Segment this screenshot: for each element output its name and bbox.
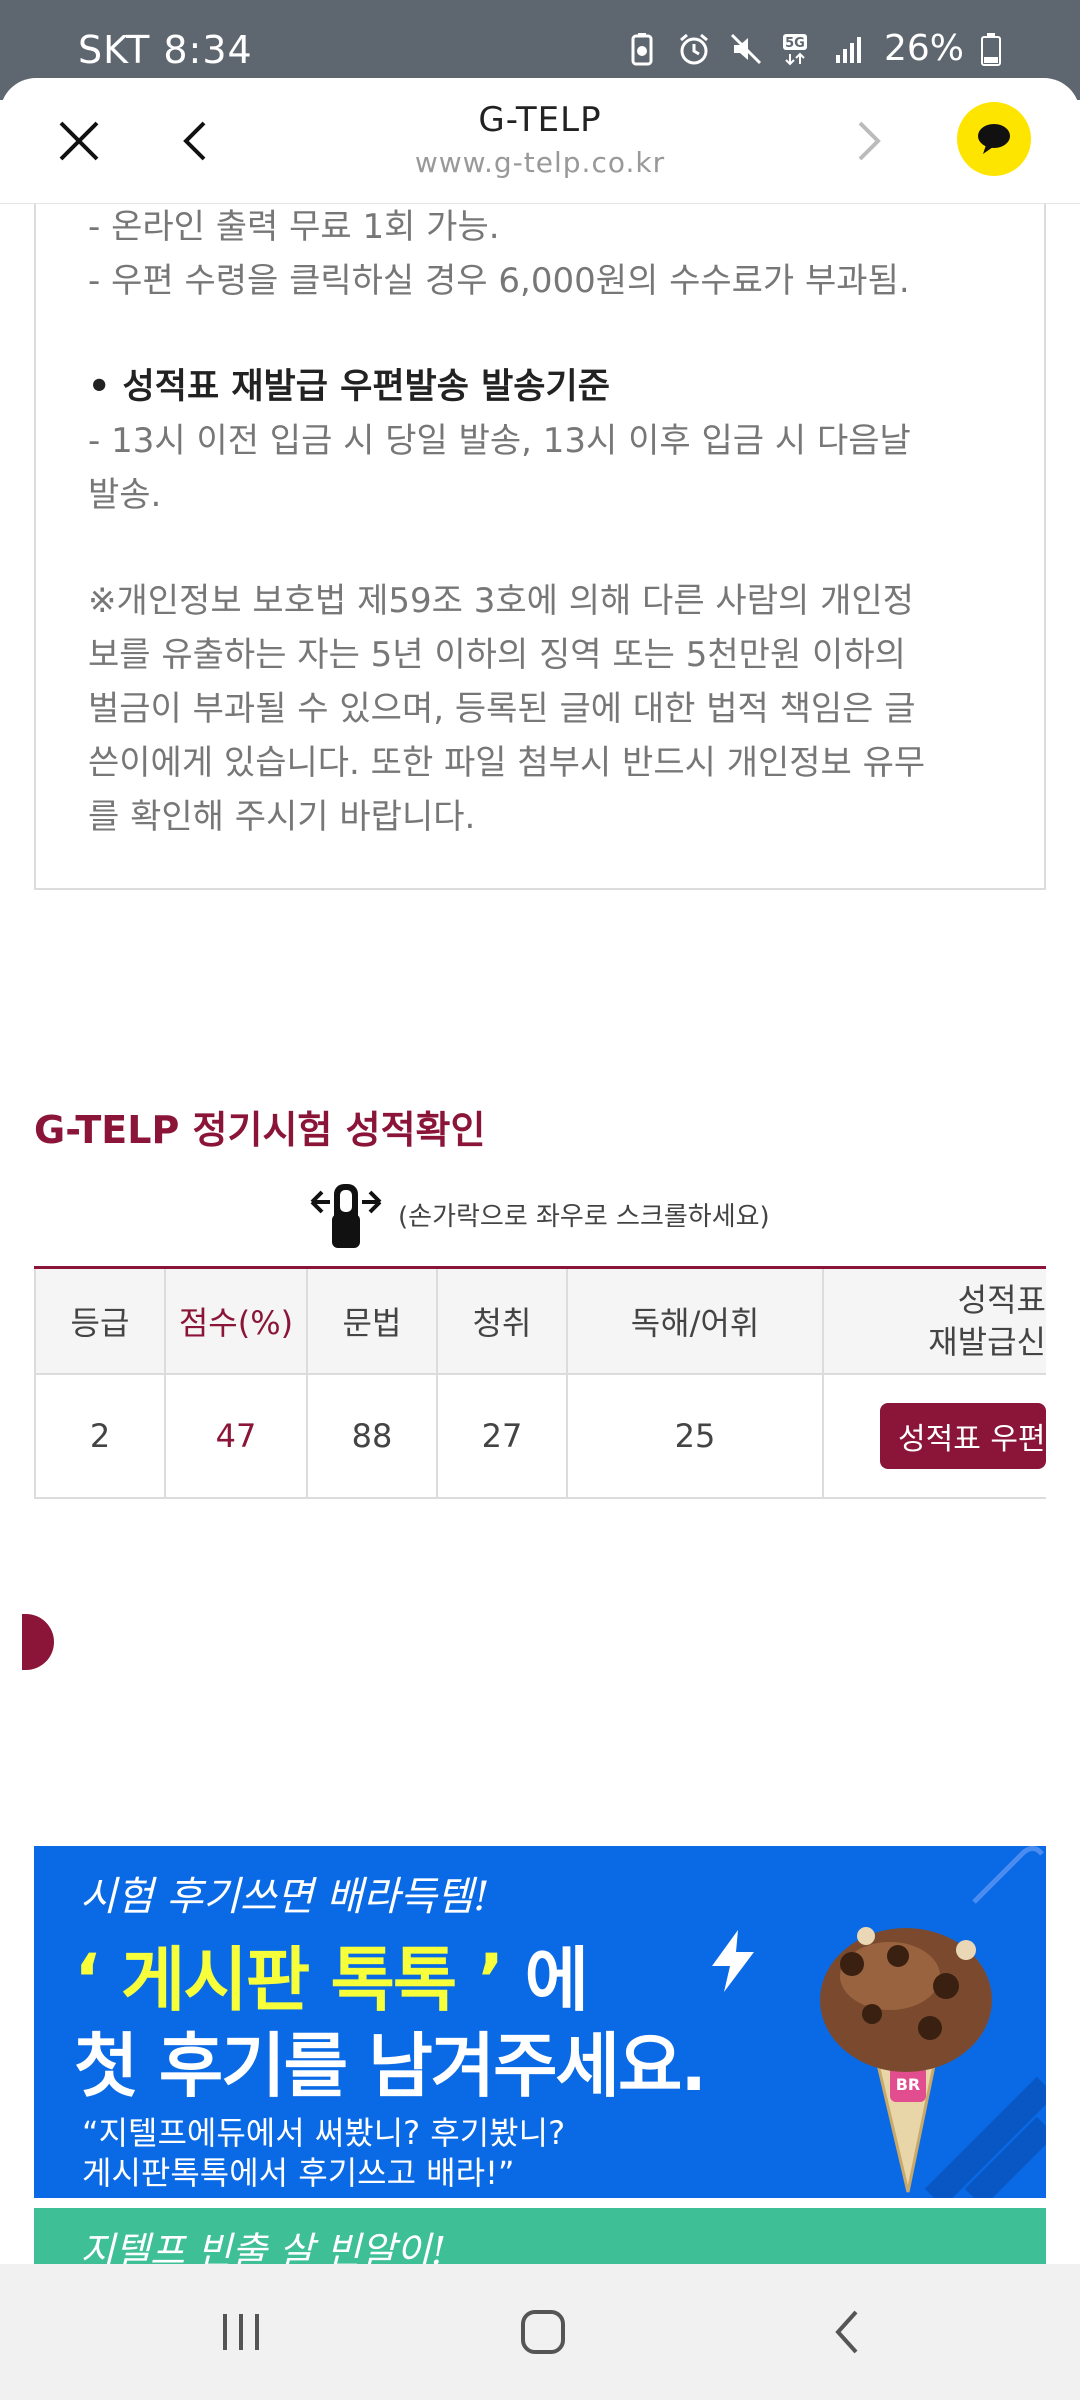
recent-apps-button[interactable] bbox=[206, 2300, 276, 2364]
floating-side-tab[interactable] bbox=[22, 1614, 54, 1670]
banner2-text: 지텔프 빈출 살 빈알이! bbox=[80, 2229, 447, 2264]
score-section-title: G-TELP 정기시험 성적확인 bbox=[34, 1108, 486, 1152]
forward-button[interactable] bbox=[834, 106, 904, 176]
privacy-line: 보를 유출하는 자는 5년 이하의 징역 또는 5천만원 이하의 bbox=[88, 635, 906, 675]
status-icons: 5G 26% bbox=[624, 28, 1002, 69]
system-back-button[interactable] bbox=[812, 2300, 882, 2364]
banner-script-text: 시험 후기쓰면 배라득템! bbox=[80, 1874, 490, 1920]
ice-cream-icon: BR bbox=[820, 1927, 992, 2193]
cell-grammar: 88 bbox=[306, 1375, 436, 1497]
table-row: 2 47 88 27 25 성적표 우편 bbox=[34, 1375, 1046, 1499]
second-banner[interactable]: 지텔프 빈출 살 빈알이! bbox=[34, 2208, 1046, 2264]
mute-icon bbox=[728, 31, 764, 67]
battery-icon bbox=[980, 31, 1002, 67]
review-event-banner[interactable]: 시험 후기쓰면 배라득템! ‘ 게시판 톡톡 ’ 에 첫 후기를 남겨주세요. … bbox=[34, 1846, 1046, 2198]
privacy-line: 쓴이에게 있습니다. 또한 파일 첨부시 반드시 개인정보 유무 bbox=[88, 743, 926, 783]
back-icon bbox=[835, 2310, 858, 2354]
home-button[interactable] bbox=[508, 2300, 578, 2364]
notice-line: - 온라인 출력 무료 1회 가능. bbox=[88, 207, 500, 247]
kakao-talk-icon bbox=[978, 124, 1010, 154]
navigation-bar bbox=[0, 2264, 1080, 2400]
swipe-hand-icon bbox=[310, 1184, 382, 1248]
notice-line: - 우편 수령을 클릭하실 경우 6,000원의 수수료가 부과됨. bbox=[88, 261, 910, 301]
header-reissue: 성적표 재발급신 bbox=[822, 1269, 1046, 1373]
header-score: 점수(%) bbox=[164, 1269, 306, 1373]
notice-box: - 온라인 출력 무료 1회 가능. - 우편 수령을 클릭하실 경우 6,00… bbox=[34, 204, 1046, 890]
recent-apps-icon bbox=[223, 2314, 259, 2350]
forward-arrow-icon bbox=[858, 121, 881, 161]
banner-headline-2: 첫 후기를 남겨주세요. bbox=[74, 2025, 707, 2107]
svg-text:BR: BR bbox=[896, 2075, 921, 2094]
cell-reading-vocab: 25 bbox=[566, 1375, 822, 1497]
notice-line: - 13시 이전 입금 시 당일 발송, 13시 이후 입금 시 다음날 bbox=[88, 421, 911, 461]
carrier-time: SKT 8:34 bbox=[78, 28, 253, 72]
privacy-line: ※개인정보 보호법 제59조 3호에 의해 다른 사람의 개인정 bbox=[88, 581, 914, 621]
notice-line: 발송. bbox=[88, 475, 162, 515]
header-reissue-line1: 성적표 bbox=[957, 1281, 1046, 1319]
cell-listening: 27 bbox=[436, 1375, 566, 1497]
privacy-line: 벌금이 부과될 수 있으며, 등록된 글에 대한 법적 책임은 글 bbox=[88, 689, 916, 729]
battery-percent: 26% bbox=[883, 28, 964, 69]
privacy-line: 를 확인해 주시기 바랍니다. bbox=[88, 797, 476, 837]
score-table[interactable]: 등급 점수(%) 문법 청취 독해/어휘 성적표 재발급신 2 47 88 27… bbox=[34, 1266, 1046, 1500]
signal-icon bbox=[832, 31, 868, 67]
lightning-icon bbox=[712, 1930, 754, 1992]
home-icon bbox=[521, 2310, 565, 2354]
browser-header: G-TELP www.g-telp.co.kr bbox=[0, 78, 1080, 204]
scroll-hint-text: (손가락으로 좌우로 스크롤하세요) bbox=[398, 1201, 770, 1232]
cell-reissue: 성적표 우편 bbox=[822, 1375, 1046, 1497]
header-listening: 청취 bbox=[436, 1269, 566, 1373]
battery-saver-icon bbox=[624, 31, 660, 67]
network-5g-icon: 5G bbox=[780, 31, 816, 67]
paperclip-icon bbox=[972, 1846, 1044, 1904]
page-url: www.g-telp.co.kr bbox=[414, 146, 666, 179]
header-reading-vocab: 독해/어휘 bbox=[566, 1269, 822, 1373]
svg-text:5G: 5G bbox=[785, 36, 805, 51]
banner-highlight: ‘ 게시판 톡톡 ’ bbox=[74, 1939, 504, 2021]
reissue-mail-button[interactable]: 성적표 우편 bbox=[880, 1403, 1046, 1469]
header-reissue-line2: 재발급신 bbox=[928, 1323, 1046, 1361]
page-title: G-TELP bbox=[478, 100, 602, 140]
table-header-row: 등급 점수(%) 문법 청취 독해/어휘 성적표 재발급신 bbox=[34, 1269, 1046, 1375]
content: - 온라인 출력 무료 1회 가능. - 우편 수령을 클릭하실 경우 6,00… bbox=[0, 204, 1080, 2264]
cell-grade: 2 bbox=[34, 1375, 164, 1497]
cell-score: 47 bbox=[164, 1375, 306, 1497]
screen: SKT 8:34 5G 26% G-TELP www.g-telp.co.kr … bbox=[0, 0, 1080, 2400]
banner-quote-2: 게시판톡톡에서 후기쓰고 배라!” bbox=[82, 2154, 515, 2192]
scroll-hint: (손가락으로 좌우로 스크롤하세요) bbox=[306, 1174, 770, 1254]
kakao-share-button[interactable] bbox=[957, 102, 1031, 176]
notice-heading: • 성적표 재발급 우편발송 발송기준 bbox=[88, 367, 610, 407]
banner-headline-suffix: 에 bbox=[502, 1939, 589, 2021]
alarm-icon bbox=[676, 31, 712, 67]
header-grade: 등급 bbox=[34, 1269, 164, 1373]
header-grammar: 문법 bbox=[306, 1269, 436, 1373]
